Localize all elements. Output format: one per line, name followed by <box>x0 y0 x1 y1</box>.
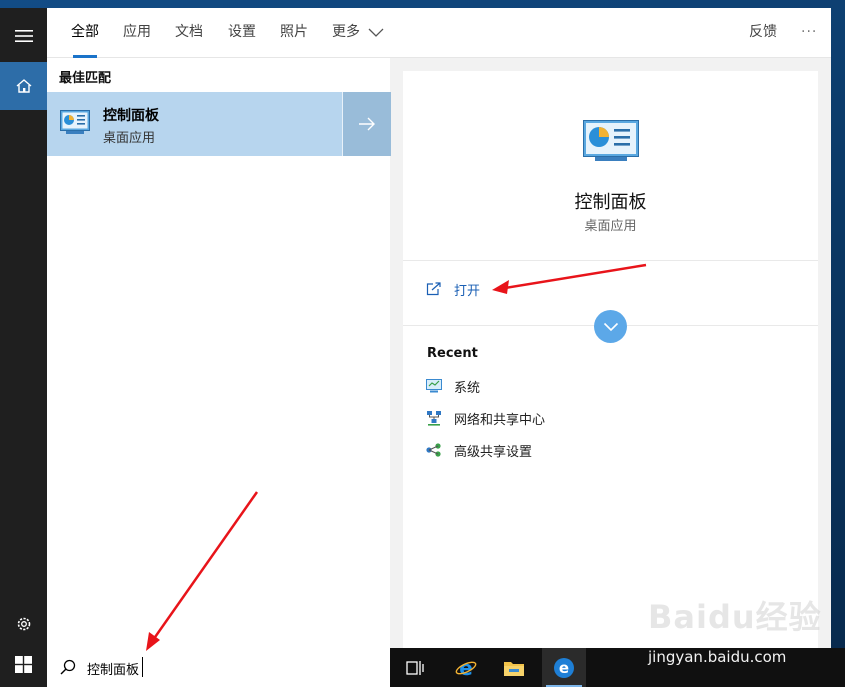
hamburger-icon <box>14 30 33 42</box>
tab-label: 全部 <box>71 24 99 40</box>
app-detail-card: 控制面板 桌面应用 打开 Recent 系统 网络和共享中心 高级共享设置 <box>403 71 818 648</box>
home-button[interactable] <box>0 62 47 110</box>
more-options-icon: ··· <box>801 24 818 40</box>
gear-icon <box>17 617 30 631</box>
control-panel-icon <box>60 110 90 134</box>
tab-label: 更多 <box>332 24 360 40</box>
windows-logo-icon <box>15 656 32 673</box>
tab-label: 设置 <box>228 24 256 40</box>
search-icon <box>60 659 76 675</box>
folder-icon <box>504 661 524 676</box>
open-external-icon <box>426 282 441 296</box>
recent-heading: Recent <box>427 346 478 361</box>
chevron-down-icon <box>603 322 618 331</box>
search-box[interactable]: 控制面板 <box>47 648 390 687</box>
best-match-heading: 最佳匹配 <box>59 71 112 86</box>
task-view-button[interactable] <box>396 648 434 687</box>
svg-text:e: e <box>559 659 569 677</box>
show-more-button[interactable] <box>594 310 627 343</box>
more-options-button[interactable]: ··· <box>801 8 817 58</box>
baidu-jingyan-watermark: Baidu经验 jingyan.baidu.com <box>648 592 843 672</box>
tab-more[interactable]: 更多 <box>332 8 384 58</box>
home-icon <box>16 79 31 93</box>
edge-browser-button-active[interactable]: e <box>542 648 586 687</box>
task-view-icon <box>406 660 424 675</box>
detail-subtitle: 桌面应用 <box>584 219 637 234</box>
watermark-brand: Baidu经验 <box>648 598 822 636</box>
recent-item-label: 系统 <box>454 380 481 396</box>
watermark-url: jingyan.baidu.com <box>648 648 787 666</box>
settings-button[interactable] <box>0 600 47 648</box>
hamburger-menu-button[interactable] <box>0 12 47 60</box>
tab-label: 文档 <box>175 24 203 40</box>
feedback-label: 反馈 <box>749 24 777 40</box>
sharing-icon <box>426 443 441 457</box>
detail-title: 控制面板 <box>574 192 647 213</box>
tab-all[interactable]: 全部 <box>59 8 111 58</box>
internet-explorer-icon: e <box>455 657 477 679</box>
tab-settings[interactable]: 设置 <box>228 8 256 58</box>
svg-text:e: e <box>459 657 473 679</box>
tab-apps[interactable]: 应用 <box>123 8 151 58</box>
recent-item-system[interactable]: 系统 <box>426 376 480 396</box>
network-icon <box>427 411 441 426</box>
divider <box>403 260 818 261</box>
open-label: 打开 <box>454 283 481 299</box>
start-sidebar <box>0 8 47 687</box>
feedback-button[interactable]: 反馈 <box>749 8 777 58</box>
search-input[interactable]: 控制面板 <box>87 659 139 678</box>
control-panel-large-icon <box>583 120 639 161</box>
best-match-result[interactable]: 控制面板 桌面应用 <box>47 92 391 156</box>
edge-icon: e <box>554 657 574 678</box>
tab-photos[interactable]: 照片 <box>280 8 308 58</box>
edge-browser-button[interactable]: e <box>446 648 486 687</box>
chevron-down-icon <box>368 28 384 37</box>
tab-label: 应用 <box>123 24 151 40</box>
result-title: 控制面板 <box>103 108 159 124</box>
file-explorer-button[interactable] <box>494 648 534 687</box>
system-icon <box>426 379 442 393</box>
recent-item-label: 网络和共享中心 <box>454 412 546 428</box>
text-caret <box>142 657 143 677</box>
expand-details-button[interactable] <box>342 92 391 156</box>
search-filter-bar: 全部 应用 文档 设置 照片 更多 反馈 ··· <box>47 8 831 58</box>
start-button[interactable] <box>0 642 47 687</box>
recent-item-network[interactable]: 网络和共享中心 <box>426 408 545 428</box>
arrow-right-icon <box>359 117 375 131</box>
result-subtitle: 桌面应用 <box>103 131 156 146</box>
tab-label: 照片 <box>280 24 308 40</box>
open-action[interactable]: 打开 <box>426 279 480 299</box>
recent-item-label: 高级共享设置 <box>454 444 533 460</box>
tab-documents[interactable]: 文档 <box>175 8 203 58</box>
recent-item-sharing[interactable]: 高级共享设置 <box>426 440 532 460</box>
active-tab-indicator <box>73 55 97 58</box>
